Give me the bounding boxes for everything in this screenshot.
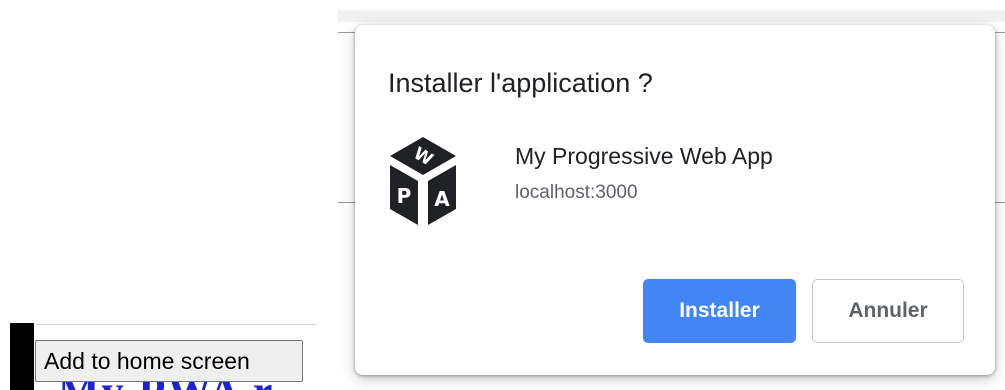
app-name: My Progressive Web App xyxy=(515,143,773,169)
page-divider xyxy=(36,324,316,325)
page-black-block xyxy=(10,323,34,390)
logo-letter-a: A xyxy=(434,187,450,211)
logo-letter-p: P xyxy=(397,184,412,208)
install-app-dialog: Installer l'application ? W P A My Progr… xyxy=(355,25,995,375)
browser-top-strip xyxy=(338,10,1005,22)
app-origin: localhost:3000 xyxy=(515,182,638,203)
cancel-button[interactable]: Annuler xyxy=(812,279,964,343)
install-button[interactable]: Installer xyxy=(643,279,796,343)
pwa-logo-icon: W P A xyxy=(390,137,456,225)
add-to-home-screen-button[interactable]: Add to home screen xyxy=(35,340,303,382)
dialog-title: Installer l'application ? xyxy=(388,68,653,98)
